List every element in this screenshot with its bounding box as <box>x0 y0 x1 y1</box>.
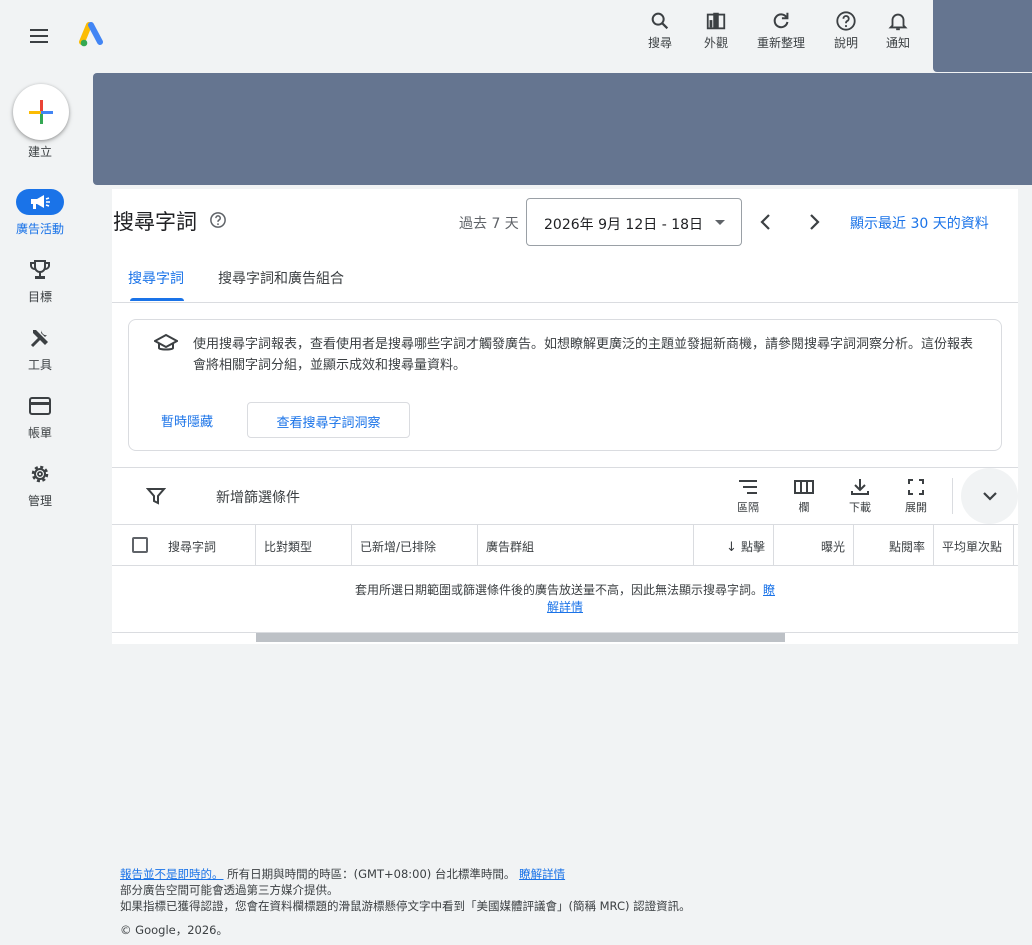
filter-bar-top-border <box>112 467 1018 468</box>
account-redacted-block[interactable] <box>933 0 1032 72</box>
nav-label-admin: 管理 <box>27 494 52 508</box>
column-header-impressions[interactable]: 曝光 <box>774 525 854 566</box>
tab-active-indicator <box>130 298 184 301</box>
column-header-search-term[interactable]: 搜尋字詞 <box>168 525 256 566</box>
tab-search-terms[interactable]: 搜尋字詞 <box>128 268 184 288</box>
fullscreen-icon <box>908 479 924 495</box>
campaign-megaphone-icon <box>31 195 50 209</box>
not-realtime-link[interactable]: 報告並不是即時的。 <box>120 867 224 881</box>
download-button[interactable]: 下載 <box>840 478 880 515</box>
nav-item-campaigns[interactable]: 廣告活動 <box>0 189 80 245</box>
refresh-icon <box>773 12 789 29</box>
expand-button[interactable]: 展開 <box>896 478 936 515</box>
google-ads-logo-icon[interactable] <box>78 22 108 50</box>
refresh-button[interactable]: 重新整理 <box>752 10 810 60</box>
select-all-checkbox[interactable] <box>132 537 148 553</box>
view-insights-button[interactable]: 查看搜尋字詞洞察 <box>247 402 410 438</box>
date-range-dropdown[interactable]: 2026年 9月 12日 - 18日 <box>526 198 742 246</box>
search-label: 搜尋 <box>647 36 672 50</box>
refresh-label: 重新整理 <box>756 36 805 50</box>
main-menu-button[interactable] <box>24 22 56 50</box>
credit-card-icon <box>29 397 51 415</box>
copyright: © Google，2026。 <box>120 923 228 937</box>
segment-button[interactable]: 區隔 <box>728 478 768 515</box>
column-header-ctr[interactable]: 點閱率 <box>854 525 934 566</box>
date-range-value: 2026年 9月 12日 - 18日 <box>544 217 704 233</box>
download-label: 下載 <box>849 501 871 514</box>
empty-state-text: 套用所選日期範圍或篩選條件後的廣告放送量不高，因此無法顯示搜尋字詞。 <box>354 583 763 597</box>
chevron-right-icon[interactable] <box>805 212 823 232</box>
segment-label: 區隔 <box>737 501 759 514</box>
table-header: 搜尋字詞 比對類型 已新增/已排除 廣告群組 ↓ 點擊 曝光 點閱率 平均單次點 <box>112 524 1018 566</box>
hamburger-line <box>30 29 48 31</box>
top-bar: 搜尋 外觀 重新整理 說明 通知 <box>0 0 1032 72</box>
add-filter-button[interactable]: 新增篩選條件 <box>216 487 300 507</box>
nav-label-tools: 工具 <box>27 358 52 372</box>
tab-search-terms-asset-groups[interactable]: 搜尋字詞和廣告組合 <box>218 268 344 288</box>
notifications-button[interactable]: 通知 <box>882 10 914 60</box>
page-title: 搜尋字詞 <box>113 210 197 234</box>
nav-item-tools[interactable]: 工具 <box>0 326 80 382</box>
gear-icon <box>31 465 49 483</box>
column-header-added-excluded[interactable]: 已新增/已排除 <box>352 525 478 566</box>
footer-line-2: 部分廣告空間可能會透過第三方媒介提供。 <box>120 883 339 897</box>
info-text: 使用搜尋字詞報表，查看使用者是搜尋哪些字詞才觸發廣告。如想瞭解更廣泛的主題並發掘… <box>193 337 974 373</box>
horizontal-scrollbar[interactable] <box>256 633 785 642</box>
segment-icon <box>739 480 757 494</box>
column-header-clicks[interactable]: ↓ 點擊 <box>694 525 774 566</box>
nav-label-billing: 帳單 <box>27 426 52 440</box>
chevron-left-icon[interactable] <box>757 212 775 232</box>
nav-item-admin[interactable]: 管理 <box>0 462 80 518</box>
hamburger-line <box>30 35 48 37</box>
appearance-button[interactable]: 外觀 <box>700 10 732 60</box>
school-cap-icon <box>154 333 178 351</box>
filter-icon[interactable] <box>146 487 166 505</box>
timezone-text: 所有日期與時間的時區：(GMT+08:00) 台北標準時間。 <box>223 867 520 881</box>
dismiss-button[interactable]: 暫時隱藏 <box>161 411 213 430</box>
tools-icon <box>30 330 48 348</box>
help-icon <box>836 11 856 31</box>
column-header-avg-cpc[interactable]: 平均單次點 <box>934 525 1014 566</box>
empty-state-message: 套用所選日期範圍或篩選條件後的廣告放送量不高，因此無法顯示搜尋字詞。瞭解詳情 <box>350 582 780 616</box>
create-label: 建立 <box>27 145 52 159</box>
help-label: 說明 <box>833 36 858 50</box>
column-header-clicks-label: 點擊 <box>740 540 765 554</box>
nav-item-billing[interactable]: 帳單 <box>0 394 80 450</box>
hamburger-line <box>30 41 48 43</box>
date-range-label: 過去 7 天 <box>459 216 519 232</box>
sort-arrow-down-icon: ↓ <box>725 540 741 555</box>
chevron-down-icon <box>983 492 997 501</box>
redacted-banner <box>93 73 1032 185</box>
trophy-icon <box>30 260 50 279</box>
plus-icon <box>29 100 53 124</box>
columns-label: 欄 <box>798 501 810 514</box>
column-header-ad-group[interactable]: 廣告群組 <box>478 525 694 566</box>
columns-icon <box>794 480 814 494</box>
collapse-toggle-button[interactable] <box>961 468 1018 524</box>
help-button[interactable]: 說明 <box>830 10 862 60</box>
notifications-label: 通知 <box>885 36 910 50</box>
create-button[interactable] <box>13 84 69 140</box>
help-circle-icon[interactable] <box>209 211 227 229</box>
appearance-label: 外觀 <box>703 36 728 50</box>
nav-item-goals[interactable]: 目標 <box>0 258 80 314</box>
column-header-match-type[interactable]: 比對類型 <box>256 525 352 566</box>
appearance-icon <box>706 12 726 30</box>
footer-learn-more-link[interactable]: 瞭解詳情 <box>519 867 565 881</box>
search-icon <box>651 12 669 30</box>
download-icon <box>851 479 869 495</box>
nav-label-campaigns: 廣告活動 <box>15 222 64 236</box>
toolbar-divider <box>952 478 953 514</box>
tab-divider <box>112 302 1018 303</box>
footer-line-3: 如果指標已獲得認證，您會在資料欄標題的滑鼠游標懸停文字中看到「美國媒體評議會」(… <box>120 899 691 913</box>
bell-icon <box>888 13 908 31</box>
expand-label: 展開 <box>905 501 927 514</box>
show-30-days-link[interactable]: 顯示最近 30 天的資料 <box>850 213 989 233</box>
caret-down-icon <box>715 220 725 225</box>
footer-line-1: 報告並不是即時的。 所有日期與時間的時區：(GMT+08:00) 台北標準時間。… <box>120 866 565 882</box>
search-button[interactable]: 搜尋 <box>644 10 676 60</box>
columns-button[interactable]: 欄 <box>784 478 824 515</box>
nav-label-goals: 目標 <box>27 290 52 304</box>
